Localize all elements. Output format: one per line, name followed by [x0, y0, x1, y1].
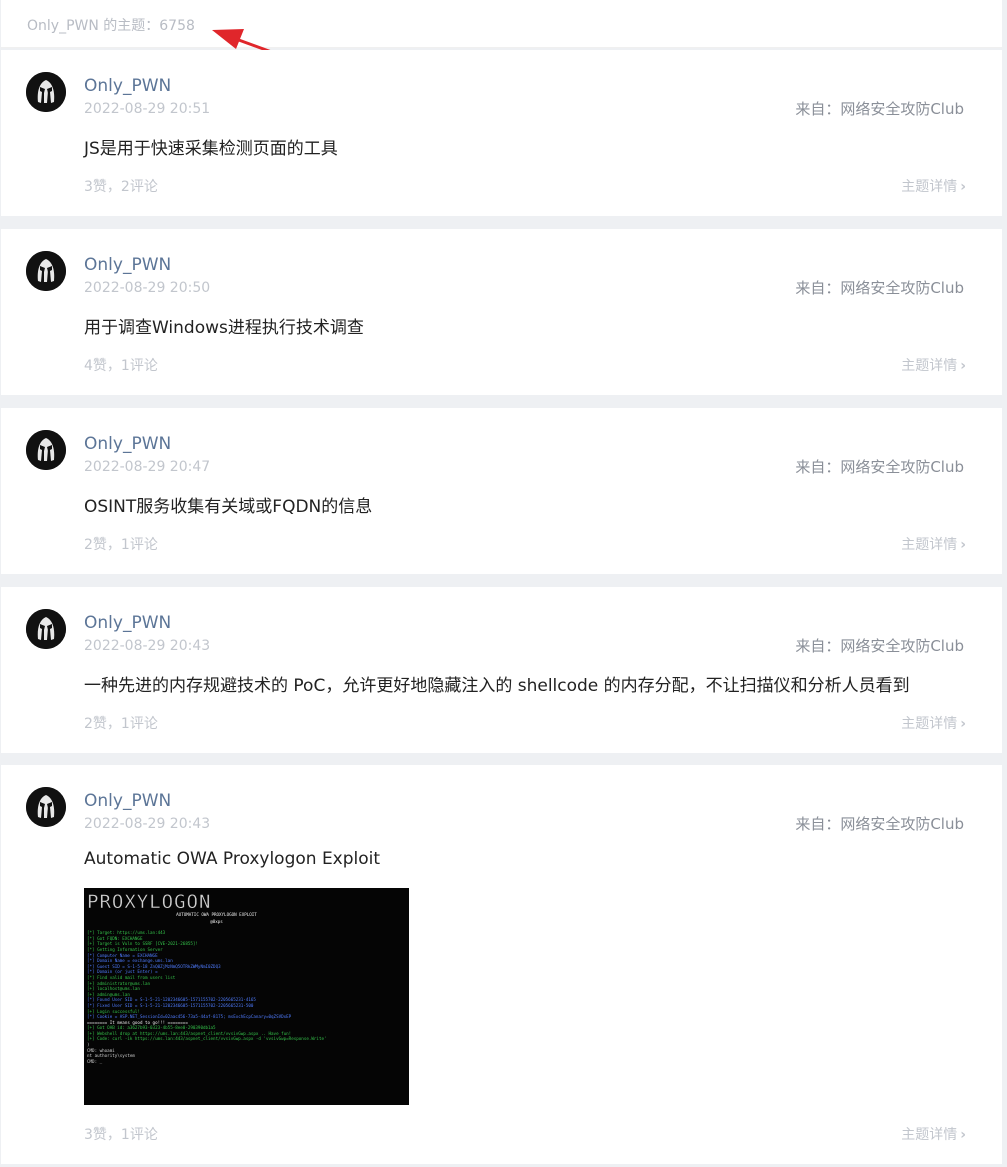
post-card: Only_PWN 2022-08-29 20:43 来自：网络安全攻防Club … [1, 587, 1002, 753]
topic-detail-link[interactable]: 主题详情 › [901, 713, 966, 733]
topic-detail-link[interactable]: 主题详情 › [901, 1124, 966, 1144]
author-name[interactable]: Only_PWN [84, 255, 171, 275]
source-club: 来自：网络安全攻防Club [795, 456, 964, 477]
topic-count-title: Only_PWN 的主题：6758 [27, 18, 195, 34]
terminal-credit: @0xps [210, 918, 223, 924]
topic-detail-link[interactable]: 主题详情 › [901, 176, 966, 196]
terminal-line: CMD: _ [87, 1058, 103, 1064]
source-label: 来自： [795, 637, 841, 655]
source-club: 来自：网络安全攻防Club [795, 635, 964, 656]
chevron-right-icon: › [960, 716, 966, 732]
post-stats: 3赞，1评论 [84, 1127, 158, 1143]
topic-detail-label: 主题详情 [901, 179, 958, 195]
topic-detail-link[interactable]: 主题详情 › [901, 355, 966, 375]
post-card: Only_PWN 2022-08-29 20:43 来自：网络安全攻防Club … [1, 765, 1002, 1164]
post-content[interactable]: 用于调查Windows进程执行技术调查 [84, 313, 364, 338]
avatar[interactable] [26, 787, 66, 827]
source-club: 来自：网络安全攻防Club [795, 277, 964, 298]
author-name[interactable]: Only_PWN [84, 434, 171, 454]
post-stats: 2赞，1评论 [84, 537, 158, 553]
chevron-right-icon: › [960, 179, 966, 195]
avatar[interactable] [26, 251, 66, 291]
avatar[interactable] [26, 430, 66, 470]
club-link[interactable]: 网络安全攻防Club [840, 637, 964, 655]
skull-avatar-icon [26, 787, 66, 827]
source-label: 来自： [795, 815, 841, 833]
author-name[interactable]: Only_PWN [84, 76, 171, 96]
post-content[interactable]: 一种先进的内存规避技术的 PoC，允许更好地隐藏注入的 shellcode 的内… [84, 671, 910, 696]
source-club: 来自：网络安全攻防Club [795, 813, 964, 834]
club-link[interactable]: 网络安全攻防Club [840, 458, 964, 476]
topic-detail-label: 主题详情 [901, 716, 958, 732]
post-time: 2022-08-29 20:50 [84, 280, 211, 296]
topic-detail-label: 主题详情 [901, 1127, 958, 1143]
post-stats: 2赞，1评论 [84, 716, 158, 732]
source-label: 来自： [795, 279, 841, 297]
post-time: 2022-08-29 20:47 [84, 459, 211, 475]
post-card: Only_PWN 2022-08-29 20:51 来自：网络安全攻防Club … [1, 50, 1002, 216]
source-label: 来自： [795, 458, 841, 476]
post-content[interactable]: JS是用于快速采集检测页面的工具 [84, 134, 338, 159]
club-link[interactable]: 网络安全攻防Club [840, 100, 964, 118]
skull-avatar-icon [26, 430, 66, 470]
post-time: 2022-08-29 20:43 [84, 638, 211, 654]
club-link[interactable]: 网络安全攻防Club [840, 279, 964, 297]
topic-detail-label: 主题详情 [901, 358, 958, 374]
chevron-right-icon: › [960, 358, 966, 374]
post-card: Only_PWN 2022-08-29 20:47 来自：网络安全攻防Club … [1, 408, 1002, 574]
club-link[interactable]: 网络安全攻防Club [840, 815, 964, 833]
chevron-right-icon: › [960, 1127, 966, 1143]
post-card: Only_PWN 2022-08-29 20:50 来自：网络安全攻防Club … [1, 229, 1002, 395]
chevron-right-icon: › [960, 537, 966, 553]
post-time: 2022-08-29 20:43 [84, 816, 211, 832]
topic-detail-link[interactable]: 主题详情 › [901, 534, 966, 554]
terminal-screenshot-image[interactable]: PROXYLOGON AUTOMATIC OWA PROXYLOGON EXPLO… [84, 888, 409, 1105]
post-content[interactable]: Automatic OWA Proxylogon Exploit [84, 849, 380, 869]
skull-avatar-icon [26, 72, 66, 112]
post-stats: 3赞，2评论 [84, 179, 158, 195]
avatar[interactable] [26, 72, 66, 112]
page-header: Only_PWN 的主题：6758 [1, 0, 1002, 48]
author-name[interactable]: Only_PWN [84, 613, 171, 633]
skull-avatar-icon [26, 609, 66, 649]
post-time: 2022-08-29 20:51 [84, 101, 211, 117]
source-label: 来自： [795, 100, 841, 118]
avatar[interactable] [26, 609, 66, 649]
author-name[interactable]: Only_PWN [84, 791, 171, 811]
source-club: 来自：网络安全攻防Club [795, 98, 964, 119]
terminal-logo: PROXYLOGON [87, 891, 212, 913]
post-stats: 4赞，1评论 [84, 358, 158, 374]
post-content[interactable]: OSINT服务收集有关域或FQDN的信息 [84, 492, 372, 517]
topic-detail-label: 主题详情 [901, 537, 958, 553]
skull-avatar-icon [26, 251, 66, 291]
